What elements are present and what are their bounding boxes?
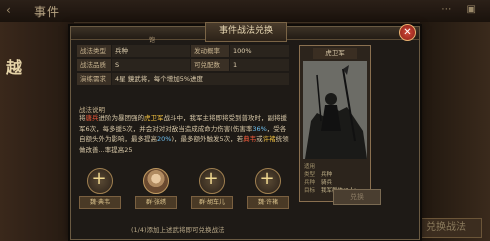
general-slot-3[interactable]: + 群·胡车儿: [191, 168, 233, 220]
search-tag: 饱: [149, 37, 156, 44]
desc-text: 造成成命力伤害(伤害率: [184, 124, 253, 133]
confirm-exchange-button[interactable]: 兑换: [333, 189, 381, 205]
slot-label: 魏·许褚: [247, 196, 289, 209]
desc-highlight: 许褚: [262, 135, 276, 143]
desc-highlight: 虎卫军: [144, 114, 164, 122]
general-portrait-icon[interactable]: [143, 168, 169, 194]
slot-label: 魏·典韦: [79, 196, 121, 209]
plus-icon[interactable]: +: [199, 168, 223, 192]
plus-icon[interactable]: +: [255, 168, 279, 192]
left-panel: 越: [0, 22, 74, 241]
card-info-value: 骑兵: [321, 180, 333, 186]
desc-highlight: 唐兵: [85, 114, 99, 122]
desc-text: )，最多额外触发5次，若: [171, 135, 244, 143]
close-icon[interactable]: ✕: [399, 24, 416, 41]
card-info-key: 目标: [304, 188, 316, 194]
desc-text: 团强的: [124, 114, 145, 122]
slot-label: 群·张绣: [135, 196, 177, 209]
info-grid: 战法类型 兵种 发动概率 100% 战法品质 S 可兑配数 1 演练需求 4星 …: [77, 45, 289, 87]
cavalry-silhouette-icon: [303, 61, 367, 159]
practice-value: 4星 鏡武将，每个增加5%进度: [112, 73, 289, 85]
type-value: 兵种: [112, 45, 190, 57]
general-slot-1[interactable]: + 魏·典韦: [79, 168, 121, 220]
general-slot-4[interactable]: + 魏·许褚: [247, 168, 289, 220]
slot-label: 群·胡车儿: [191, 196, 233, 209]
quality-value: S: [112, 59, 190, 71]
type-label: 战法类型: [77, 45, 111, 57]
desc-highlight: 36%: [252, 124, 267, 133]
top-right-icons[interactable]: ⋯ ▣: [441, 4, 482, 15]
bottom-exchange-button[interactable]: 兑换战法: [410, 218, 482, 238]
skill-description: 将唐兵进阶为暴团强的虎卫军战斗中，我军主将即将受到普攻时，副将援军6次，每多援5…: [79, 113, 291, 155]
modal-title: 事件战法兑换: [205, 22, 287, 42]
exchange-value: 1: [230, 59, 289, 71]
footnote: (1/4)添加上述武将即可兑换战法: [131, 226, 225, 234]
info-row: 演练需求 4星 鏡武将，每个增加5%进度: [77, 73, 289, 85]
info-row: 战法品质 S 可兑配数 1: [77, 59, 289, 71]
card-info-row: 类型 兵种: [304, 171, 366, 179]
tiger-guard-art: [303, 61, 367, 159]
card-info-key: 适用: [304, 164, 316, 170]
quality-label: 战法品质: [77, 59, 111, 71]
card-info-row: 兵种 骑兵: [304, 179, 366, 187]
card-info-row: 适用: [304, 163, 366, 171]
desc-highlight: 20%: [157, 135, 172, 143]
card-name: 虎卫军: [313, 48, 357, 59]
rate-label: 发动概率: [191, 45, 229, 57]
card-info-key: 兵种: [304, 180, 316, 186]
right-panel: [420, 22, 490, 241]
card-info-value: 兵种: [321, 172, 333, 178]
card-info-key: 类型: [304, 172, 316, 178]
plus-icon[interactable]: +: [87, 168, 111, 192]
page-title: 事件: [34, 5, 61, 19]
desc-text: 战斗中，我军主将即将受到: [163, 114, 242, 122]
skill-card: 虎卫军 适用 类型兵种 兵种骑兵 目标我军群体(3人): [299, 45, 371, 202]
left-tag: 越: [6, 58, 23, 77]
top-bar: ‹ 事件 ⋯ ▣: [0, 0, 490, 23]
info-row: 战法类型 兵种 发动概率 100%: [77, 45, 289, 57]
exchange-modal: 事件战法兑换 ✕ 饱 战法类型 兵种 发动概率 100% 战法品质 S 可兑配数…: [70, 22, 420, 240]
exchange-label: 可兑配数: [191, 59, 229, 71]
desc-text: 进阶为暴: [98, 114, 125, 122]
rate-value: 100%: [230, 45, 289, 57]
desc-text: 率提高25: [104, 145, 133, 154]
general-slot-2[interactable]: 群·张绣: [135, 168, 177, 220]
desc-highlight: 典韦: [243, 135, 257, 143]
back-icon[interactable]: ‹: [6, 3, 11, 17]
practice-label: 演练需求: [77, 73, 111, 85]
